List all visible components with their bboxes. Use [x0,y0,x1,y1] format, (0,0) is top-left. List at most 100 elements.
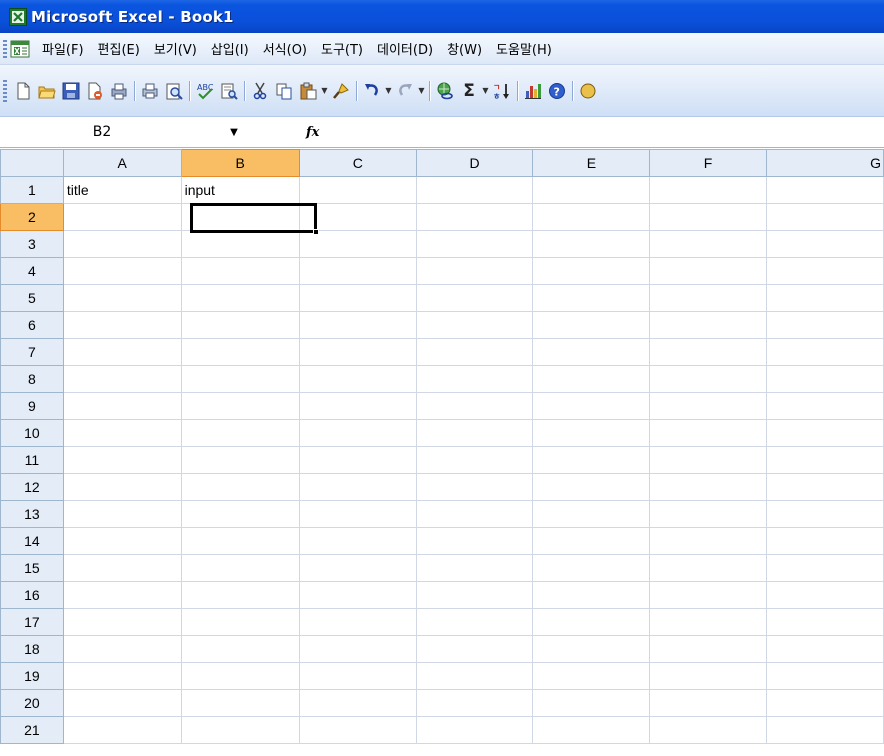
menu-window[interactable]: 창(W) [441,39,490,58]
cell-a16[interactable] [63,581,182,609]
row-header-19[interactable]: 19 [0,662,64,690]
row-header-21[interactable]: 21 [0,716,64,744]
cell-f6[interactable] [649,311,767,339]
cell-e20[interactable] [532,689,651,717]
cell-b1[interactable]: input [181,176,300,204]
cell-c4[interactable] [299,257,417,285]
cell-d17[interactable] [416,608,534,636]
cell-g1[interactable] [766,176,884,204]
format-painter-button[interactable] [330,80,352,102]
cell-b13[interactable] [181,500,300,528]
new-button[interactable] [12,80,34,102]
cell-b8[interactable] [181,365,300,393]
cell-b19[interactable] [181,662,300,690]
cell-g13[interactable] [766,500,884,528]
cell-e13[interactable] [532,500,651,528]
cell-d2[interactable] [416,203,534,231]
cell-b2[interactable] [181,203,300,231]
cell-f21[interactable] [649,716,767,744]
redo-button[interactable] [394,80,416,102]
cell-d7[interactable] [416,338,534,366]
cell-f1[interactable] [649,176,767,204]
row-header-2[interactable]: 2 [0,203,64,231]
research-button[interactable] [218,80,240,102]
toolbar-grip[interactable] [3,79,7,102]
cell-a7[interactable] [63,338,182,366]
cell-e6[interactable] [532,311,651,339]
print-setup-button[interactable] [108,80,130,102]
row-header-11[interactable]: 11 [0,446,64,474]
cell-c11[interactable] [299,446,417,474]
cell-c1[interactable] [299,176,417,204]
cell-c13[interactable] [299,500,417,528]
cell-c6[interactable] [299,311,417,339]
spelling-button[interactable]: ABC [194,80,216,102]
cell-g19[interactable] [766,662,884,690]
formula-input[interactable] [328,119,884,146]
overflow-button[interactable] [577,80,599,102]
cell-c18[interactable] [299,635,417,663]
cell-b3[interactable] [181,230,300,258]
cell-e10[interactable] [532,419,651,447]
row-header-7[interactable]: 7 [0,338,64,366]
cell-g2[interactable] [766,203,884,231]
cell-e9[interactable] [532,392,651,420]
cell-c19[interactable] [299,662,417,690]
cell-g9[interactable] [766,392,884,420]
undo-dropdown[interactable]: ▼ [384,80,393,102]
save-button[interactable] [60,80,82,102]
cell-b18[interactable] [181,635,300,663]
cell-d10[interactable] [416,419,534,447]
cell-c5[interactable] [299,284,417,312]
cell-a12[interactable] [63,473,182,501]
cell-b11[interactable] [181,446,300,474]
cell-f5[interactable] [649,284,767,312]
cell-e7[interactable] [532,338,651,366]
cell-g11[interactable] [766,446,884,474]
cell-g17[interactable] [766,608,884,636]
print-preview-button[interactable] [163,80,185,102]
cell-e8[interactable] [532,365,651,393]
menu-format[interactable]: 서식(O) [257,39,315,58]
cell-b9[interactable] [181,392,300,420]
cell-a19[interactable] [63,662,182,690]
print-button[interactable] [139,80,161,102]
column-header-f[interactable]: F [649,149,767,177]
cell-f2[interactable] [649,203,767,231]
select-all-corner[interactable] [0,149,64,177]
autosum-dropdown[interactable]: ▼ [481,80,490,102]
cell-a21[interactable] [63,716,182,744]
cell-c8[interactable] [299,365,417,393]
cell-d21[interactable] [416,716,534,744]
cell-a20[interactable] [63,689,182,717]
cell-a18[interactable] [63,635,182,663]
row-header-1[interactable]: 1 [0,176,64,204]
cell-b20[interactable] [181,689,300,717]
cell-e21[interactable] [532,716,651,744]
cell-f8[interactable] [649,365,767,393]
cell-g21[interactable] [766,716,884,744]
cell-d20[interactable] [416,689,534,717]
cell-d19[interactable] [416,662,534,690]
cell-d16[interactable] [416,581,534,609]
cell-e16[interactable] [532,581,651,609]
cell-e11[interactable] [532,446,651,474]
cell-d6[interactable] [416,311,534,339]
cell-b15[interactable] [181,554,300,582]
cell-a4[interactable] [63,257,182,285]
cell-d9[interactable] [416,392,534,420]
row-header-14[interactable]: 14 [0,527,64,555]
cell-c20[interactable] [299,689,417,717]
cut-button[interactable] [249,80,271,102]
cell-d11[interactable] [416,446,534,474]
permission-button[interactable] [84,80,106,102]
row-header-15[interactable]: 15 [0,554,64,582]
cell-e4[interactable] [532,257,651,285]
cell-c12[interactable] [299,473,417,501]
undo-button[interactable] [361,80,383,102]
menu-insert[interactable]: 삽입(I) [205,39,257,58]
cell-a10[interactable] [63,419,182,447]
cell-e15[interactable] [532,554,651,582]
name-box-value[interactable]: B2 [2,124,202,140]
cell-e17[interactable] [532,608,651,636]
